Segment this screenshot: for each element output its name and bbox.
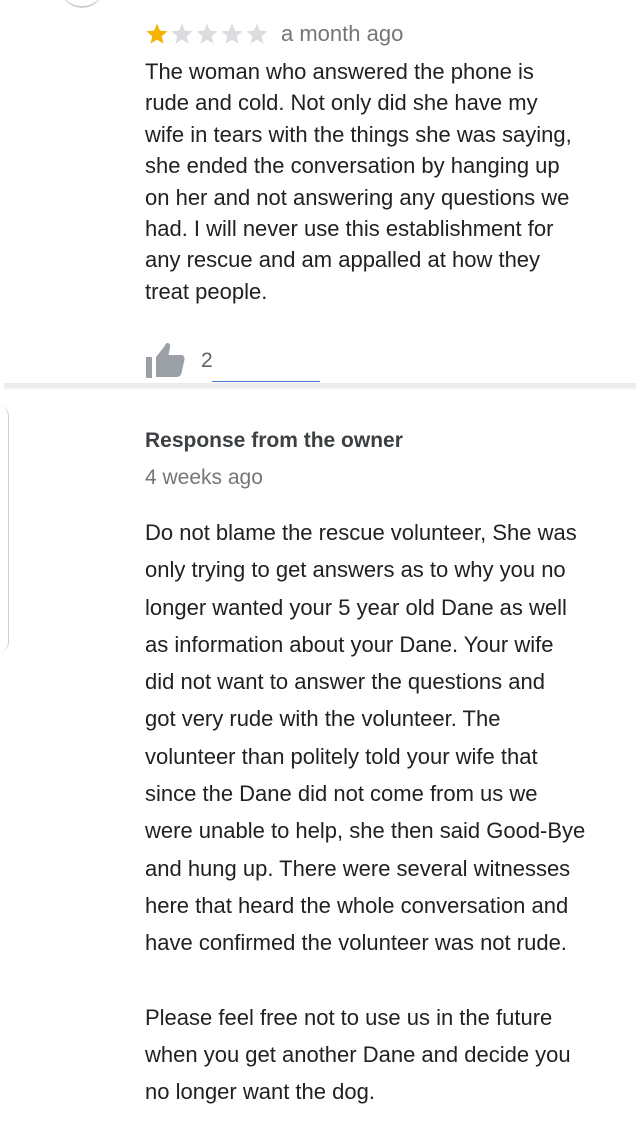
thumbs-up-icon[interactable] [145, 340, 189, 380]
review-card: a month ago The woman who answered the p… [145, 18, 615, 307]
response-time: 4 weeks ago [145, 466, 263, 489]
response-side-bracket [0, 406, 9, 652]
like-count: 2 [201, 349, 213, 372]
star-filled-icon [145, 22, 169, 46]
star-empty-icon [170, 22, 194, 46]
star-empty-icon [245, 22, 269, 46]
top-edge-decoration [60, 0, 104, 8]
star-rating [145, 22, 270, 46]
rating-row: a month ago [145, 18, 615, 50]
star-empty-icon [220, 22, 244, 46]
review-text: The woman who answered the phone is rude… [145, 59, 572, 304]
response-title: Response from the owner [145, 429, 403, 452]
section-divider [4, 383, 636, 388]
owner-response: Response from the owner 4 weeks ago Do n… [145, 424, 615, 1111]
review-time: a month ago [281, 21, 404, 46]
response-text: Do not blame the rescue volunteer, She w… [145, 520, 586, 1105]
like-button[interactable]: 2 [145, 340, 213, 380]
like-underline [212, 381, 320, 382]
star-empty-icon [195, 22, 219, 46]
